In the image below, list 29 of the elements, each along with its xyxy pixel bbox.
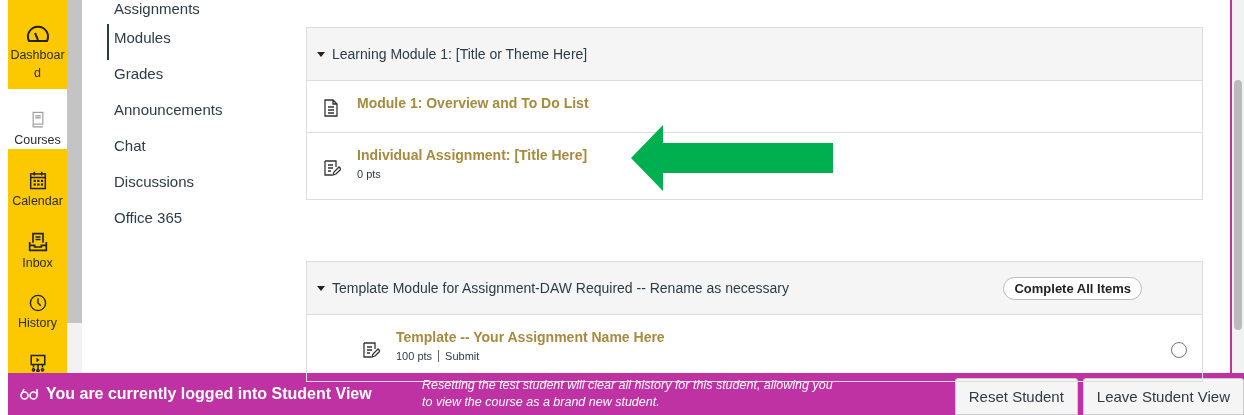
course-nav-link[interactable]: Office 365 xyxy=(114,209,183,226)
points-label: 100 pts xyxy=(396,350,433,362)
page-icon xyxy=(323,99,339,117)
global-nav-item[interactable]: Inbox xyxy=(8,210,67,272)
scrollbar-thumb[interactable] xyxy=(1234,80,1242,330)
student-view-button[interactable]: Reset Student xyxy=(954,378,1078,415)
course-nav-link[interactable]: Assignments xyxy=(114,0,200,17)
module-title: Learning Module 1: [Title or Theme Here] xyxy=(332,46,589,62)
complete-all-button[interactable]: Complete All Items xyxy=(1003,276,1142,300)
global-nav-item[interactable]: Calendar xyxy=(8,149,67,210)
module-header[interactable]: Template Module for Assignment-DAW Required -- Rename as necessary Complete All Items xyxy=(307,262,1202,315)
assignment-icon xyxy=(323,159,341,177)
module-title: Template Module for Assignment-DAW Required -- Rename as necessary xyxy=(332,280,790,296)
global-nav-item[interactable]: History xyxy=(8,272,67,332)
requirement-label: Submit xyxy=(438,350,480,362)
course-nav-link[interactable]: Grades xyxy=(114,65,164,82)
global-nav-item[interactable]: Dashboard xyxy=(8,0,67,89)
course-nav-link[interactable]: Discussions xyxy=(114,173,195,190)
course-nav-link[interactable]: Announcements xyxy=(114,101,223,118)
student-view-message: You are currently logged into Student View xyxy=(46,385,373,403)
module-header[interactable]: Learning Module 1: [Title or Theme Here] xyxy=(307,28,1202,81)
course-nav-item[interactable]: Modules xyxy=(107,24,303,60)
student-view-button[interactable]: Leave Student View xyxy=(1082,378,1244,415)
glasses-icon xyxy=(20,388,38,400)
global-nav-item[interactable]: Courses xyxy=(8,89,67,149)
course-nav-link[interactable]: Chat xyxy=(114,137,146,154)
points-label: 0 pts xyxy=(357,168,381,180)
course-nav-link[interactable]: Modules xyxy=(114,29,171,46)
assignment-icon xyxy=(362,341,380,359)
